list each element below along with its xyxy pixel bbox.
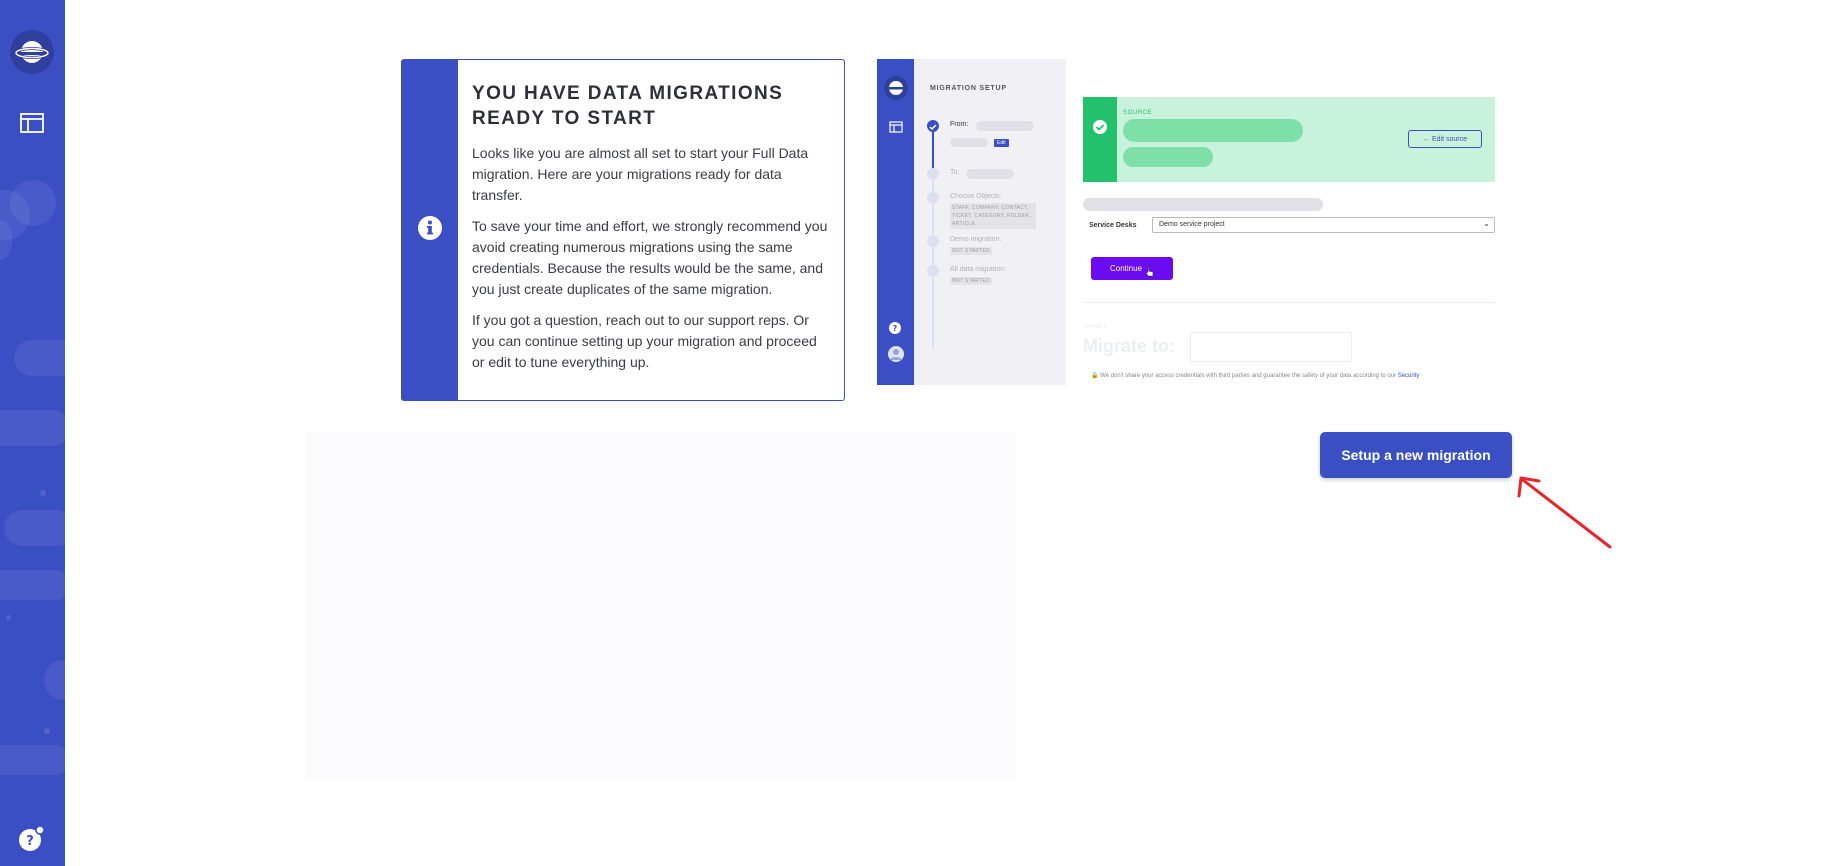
step-to-label: To:: [950, 169, 960, 176]
step-all-data-status: NOT STARTED: [950, 277, 993, 285]
step-from-check-icon: [927, 120, 939, 132]
preview-continue-label: Continue: [1109, 264, 1143, 273]
info-card: YOU HAVE DATA MIGRATIONS READY TO START …: [401, 59, 845, 401]
preview-avatar-icon: [888, 346, 904, 362]
annotation-arrow: [1517, 476, 1612, 549]
step-demo-status: NOT STARTED: [950, 247, 993, 255]
cursor-hand-icon: [1146, 266, 1154, 276]
step-objects-list: STAFF, COMPANY, CONTACT, TICKET, CATEGOR…: [950, 203, 1036, 229]
setup-new-migration-button[interactable]: Setup a new migration: [1320, 432, 1512, 478]
preview-source-panel: SOURCE ← Edit source: [1083, 97, 1495, 182]
svg-text:?: ?: [26, 834, 34, 849]
migration-setup-preview: ? MIGRATION SETUP From: Edit To: Choose …: [877, 59, 1495, 385]
step-from-edit-tag: Edit: [994, 139, 1009, 147]
edit-source-button: ← Edit source: [1408, 130, 1482, 148]
preview-continue-button: Continue: [1091, 257, 1173, 280]
info-paragraph-2: To save your time and effort, we strongl…: [472, 218, 828, 297]
security-note-text: We don't share your access credentials w…: [1100, 373, 1398, 379]
security-note: 🔒 We don't share your access credentials…: [1091, 372, 1419, 379]
preview-help-icon: ?: [889, 322, 901, 334]
migrate-to-heading: Migrate to:: [1083, 336, 1175, 356]
source-label: SOURCE: [1123, 110, 1153, 116]
info-card-title: YOU HAVE DATA MIGRATIONS READY TO START: [472, 83, 784, 129]
loading-placeholder: [306, 432, 1016, 779]
chevron-down-icon: ⌄: [1483, 219, 1490, 228]
preview-header: MIGRATION SETUP: [930, 85, 1007, 92]
preview-dashboard-icon: [889, 121, 903, 133]
info-paragraph-1: Looks like you are almost all set to sta…: [472, 145, 809, 203]
app-sidebar: ?: [0, 0, 65, 866]
info-strip: [402, 60, 458, 400]
step-objects-label: Choose Objects:: [950, 193, 1002, 200]
svg-text:?: ?: [893, 324, 898, 333]
security-link: Security: [1397, 373, 1420, 379]
preview-steps-panel: MIGRATION SETUP From: Edit To: Choose Ob…: [914, 59, 1066, 385]
step-from-label: From:: [950, 121, 969, 128]
target-label: TARGET: [1083, 324, 1107, 330]
step-demo-label: Demo migration:: [950, 236, 1002, 243]
preview-sidebar: ?: [877, 59, 914, 385]
info-icon: [418, 215, 442, 245]
preview-logo-icon: [884, 76, 908, 100]
help-icon[interactable]: ?: [18, 825, 46, 853]
lock-icon: 🔒: [1091, 373, 1099, 379]
service-desks-label: Service Desks: [1089, 222, 1137, 229]
info-paragraph-3: If you got a question, reach out to our …: [472, 312, 817, 370]
dashboard-icon[interactable]: [20, 113, 44, 133]
source-check-icon: [1093, 120, 1107, 134]
step-all-data-label: All data migration:: [950, 266, 1007, 273]
planet-logo-icon[interactable]: [10, 30, 54, 74]
service-desks-value: Demo service project: [1159, 221, 1225, 228]
service-desks-select: Demo service project ⌄: [1152, 217, 1495, 233]
